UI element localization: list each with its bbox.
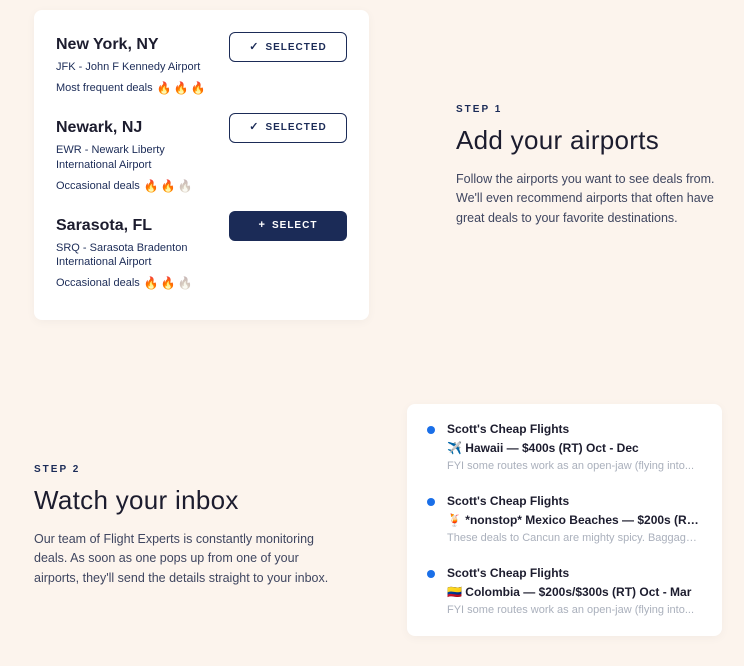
email-subject-text: Hawaii — $400s (RT) Oct - Dec bbox=[465, 441, 638, 455]
unread-dot-icon bbox=[427, 426, 435, 434]
fire-icon: 🔥 bbox=[144, 179, 159, 193]
step-title: Watch your inbox bbox=[34, 485, 334, 516]
airport-row: Newark, NJ EWR - Newark Liberty Internat… bbox=[56, 109, 347, 207]
airport-code-name: SRQ - Sarasota Bradenton International A… bbox=[56, 241, 226, 271]
deals-label: Most frequent deals bbox=[56, 82, 153, 94]
email-row: Scott's Cheap Flights 🇨🇴 Colombia — $200… bbox=[427, 566, 702, 616]
fire-icon: 🔥 bbox=[191, 81, 206, 95]
fire-icon: 🔥 bbox=[161, 179, 176, 193]
email-subject: ✈️ Hawaii — $400s (RT) Oct - Dec bbox=[447, 441, 702, 455]
email-icon: 🍹 bbox=[447, 513, 462, 527]
fire-rating: 🔥 🔥 🔥 bbox=[144, 179, 193, 193]
deals-frequency: Occasional deals 🔥 🔥 🔥 bbox=[56, 276, 347, 290]
step-label: STEP 2 bbox=[34, 464, 334, 475]
fire-icon: 🔥 bbox=[178, 276, 193, 290]
airport-code-name: EWR - Newark Liberty International Airpo… bbox=[56, 143, 226, 173]
fire-icon: 🔥 bbox=[178, 179, 193, 193]
email-row: Scott's Cheap Flights ✈️ Hawaii — $400s … bbox=[427, 422, 702, 472]
email-preview: FYI some routes work as an open-jaw (fly… bbox=[447, 604, 702, 616]
button-label: SELECTED bbox=[265, 122, 326, 133]
email-sender: Scott's Cheap Flights bbox=[447, 494, 702, 508]
airport-selection-card: New York, NY JFK - John F Kennedy Airpor… bbox=[34, 10, 369, 320]
check-icon: ✓ bbox=[249, 122, 259, 133]
selected-button[interactable]: ✓ SELECTED bbox=[229, 113, 347, 143]
step-body: Follow the airports you want to see deal… bbox=[456, 170, 716, 228]
button-label: SELECTED bbox=[265, 42, 326, 53]
fire-rating: 🔥 🔥 🔥 bbox=[144, 276, 193, 290]
email-subject: 🍹 *nonstop* Mexico Beaches — $200s (RT, … bbox=[447, 513, 702, 527]
deals-frequency: Most frequent deals 🔥 🔥 🔥 bbox=[56, 81, 347, 95]
airport-code-name: JFK - John F Kennedy Airport bbox=[56, 60, 226, 75]
email-preview: FYI some routes work as an open-jaw (fly… bbox=[447, 460, 702, 472]
step-1-section: STEP 1 Add your airports Follow the airp… bbox=[456, 104, 716, 228]
fire-rating: 🔥 🔥 🔥 bbox=[157, 81, 206, 95]
email-preview: These deals to Cancun are mighty spicy. … bbox=[447, 532, 702, 544]
plus-icon: + bbox=[259, 220, 266, 231]
step-label: STEP 1 bbox=[456, 104, 716, 115]
step-2-section: STEP 2 Watch your inbox Our team of Flig… bbox=[34, 464, 334, 588]
unread-dot-icon bbox=[427, 570, 435, 578]
button-label: SELECT bbox=[272, 220, 317, 231]
airport-row: New York, NY JFK - John F Kennedy Airpor… bbox=[56, 28, 347, 109]
email-row: Scott's Cheap Flights 🍹 *nonstop* Mexico… bbox=[427, 494, 702, 544]
inbox-preview-card: Scott's Cheap Flights ✈️ Hawaii — $400s … bbox=[407, 404, 722, 636]
fire-icon: 🔥 bbox=[144, 276, 159, 290]
deals-label: Occasional deals bbox=[56, 277, 140, 289]
deals-label: Occasional deals bbox=[56, 180, 140, 192]
email-sender: Scott's Cheap Flights bbox=[447, 566, 702, 580]
fire-icon: 🔥 bbox=[161, 276, 176, 290]
fire-icon: 🔥 bbox=[174, 81, 189, 95]
email-subject-text: Colombia — $200s/$300s (RT) Oct - Mar bbox=[465, 585, 691, 599]
email-sender: Scott's Cheap Flights bbox=[447, 422, 702, 436]
selected-button[interactable]: ✓ SELECTED bbox=[229, 32, 347, 62]
airport-row: Sarasota, FL SRQ - Sarasota Bradenton In… bbox=[56, 207, 347, 305]
step-title: Add your airports bbox=[456, 125, 716, 156]
email-subject: 🇨🇴 Colombia — $200s/$300s (RT) Oct - Mar bbox=[447, 585, 702, 599]
unread-dot-icon bbox=[427, 498, 435, 506]
check-icon: ✓ bbox=[249, 42, 259, 53]
deals-frequency: Occasional deals 🔥 🔥 🔥 bbox=[56, 179, 347, 193]
step-body: Our team of Flight Experts is constantly… bbox=[34, 530, 334, 588]
email-icon: ✈️ bbox=[447, 441, 462, 455]
email-subject-text: *nonstop* Mexico Beaches — $200s (RT, ba… bbox=[465, 513, 702, 527]
email-icon: 🇨🇴 bbox=[447, 585, 462, 599]
fire-icon: 🔥 bbox=[157, 81, 172, 95]
select-button[interactable]: + SELECT bbox=[229, 211, 347, 241]
